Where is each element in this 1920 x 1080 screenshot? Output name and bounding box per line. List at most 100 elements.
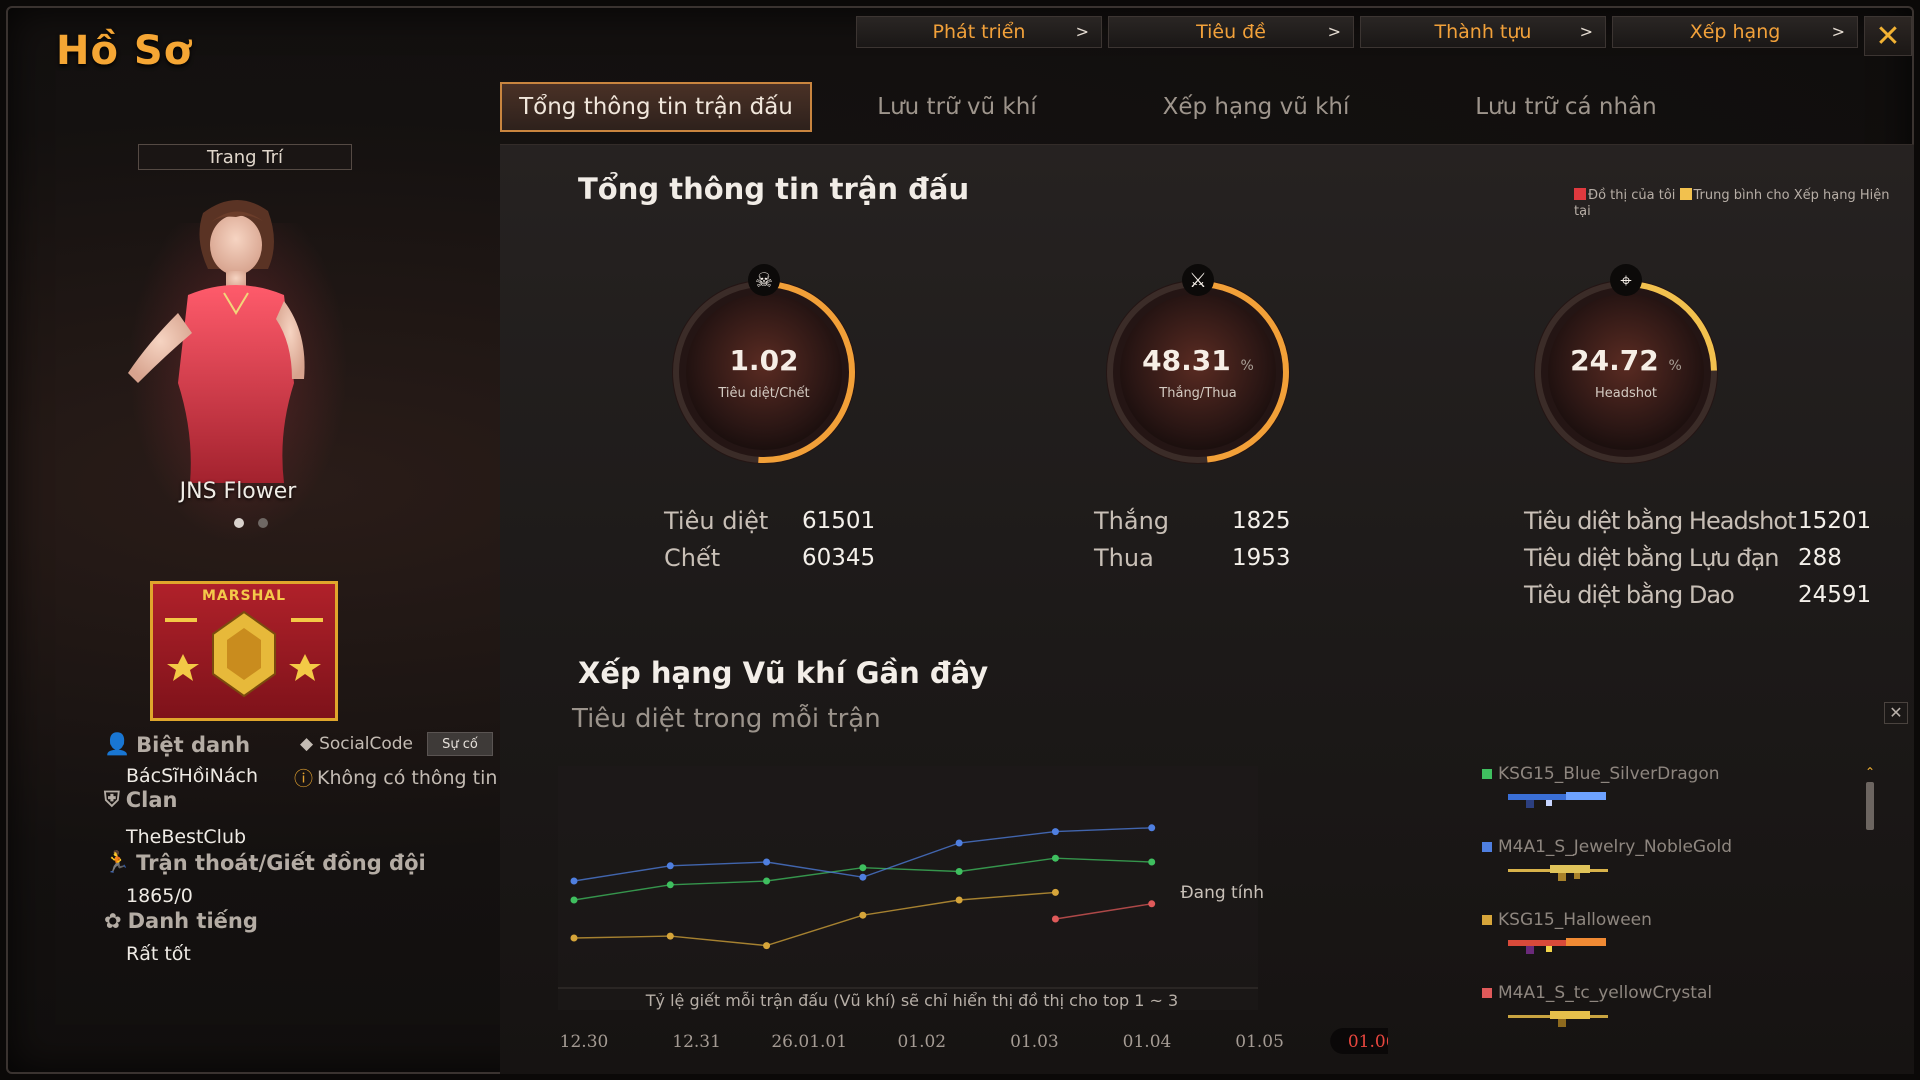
chevron-right-icon: >: [1579, 22, 1593, 41]
data-point: [763, 942, 771, 950]
deaths-row: Chết 60345: [664, 539, 875, 576]
shotgun-icon: [1508, 938, 1606, 954]
reputation-value: Rất tốt: [126, 943, 191, 965]
escape-label: 🏃 Trận thoát/Giết đồng đội: [104, 850, 524, 875]
profile-window: Hồ Sơ Phát triển > Tiêu đề > Thành tựu > Xế…: [6, 6, 1914, 1074]
menu-title-button[interactable]: Tiêu đề >: [1108, 16, 1354, 48]
losses-row: Thua 1953: [1094, 539, 1291, 576]
data-point: [1051, 828, 1059, 836]
weapon-color-swatch: [1482, 988, 1492, 998]
weapon-color-swatch: [1482, 842, 1492, 852]
headshot-unit: %: [1668, 358, 1682, 374]
data-point: [955, 868, 963, 875]
chart-legend: Đồ thị của tôi Trung bình cho Xếp hạng H…: [1574, 188, 1904, 220]
weapon-name-row: KSG15_Blue_SilverDragon: [1482, 764, 1812, 784]
winloss-number: 48.31: [1142, 344, 1231, 377]
losses-value: 1953: [1232, 544, 1291, 571]
weapon-name-row: M4A1_S_tc_yellowCrystal: [1482, 983, 1812, 1003]
tab-weapon-archive[interactable]: Lưu trữ vũ khí: [812, 82, 1102, 132]
clan-icon: ⛨: [104, 787, 120, 811]
weapon-item[interactable]: M4A1_S_Jewelry_NobleGold: [1482, 837, 1812, 910]
weapon-name: KSG15_Blue_SilverDragon: [1498, 764, 1720, 784]
data-point: [763, 877, 771, 885]
rank-label: MARSHAL: [201, 588, 287, 604]
x-tick-label: 01.03: [1010, 1032, 1059, 1052]
knife-kills-value: 24591: [1798, 581, 1872, 608]
weapon-color-swatch: [1482, 915, 1492, 925]
weapon-list: KSG15_Blue_SilverDragon M4A1_S_Jewelry_N…: [1482, 764, 1812, 1056]
wins-label: Thắng: [1094, 506, 1170, 535]
computing-label: Đang tính: [1181, 883, 1265, 903]
winloss-stats: Thắng 1825 Thua 1953: [1094, 502, 1291, 576]
data-point: [955, 839, 963, 847]
crosshair-icon: ⌖: [1610, 264, 1642, 296]
kills-value: 61501: [802, 507, 876, 534]
data-point: [570, 877, 578, 885]
menu-achievement-button[interactable]: Thành tựu >: [1360, 16, 1606, 48]
tab-weapon-ranking[interactable]: Xếp hạng vũ khí: [1102, 82, 1410, 132]
winloss-label: Thắng/Thua: [1159, 386, 1237, 401]
weapon-name: M4A1_S_tc_yellowCrystal: [1498, 983, 1713, 1003]
person-icon: 👤: [104, 732, 131, 756]
socialcode-label: SocialCode: [319, 734, 414, 754]
data-point: [1051, 854, 1059, 862]
weapon-item[interactable]: M4A1_S_tc_yellowCrystal: [1482, 983, 1812, 1056]
headshot-gauge: 24.72 % Headshot ⌖: [1526, 264, 1726, 472]
chevron-right-icon: >: [1831, 22, 1845, 41]
scrollbar-thumb[interactable]: [1866, 782, 1874, 830]
weapon-kill-line-chart: Đang tính Tỷ lệ giết mỗi trận đấu (Vũ khí…: [558, 766, 1388, 1054]
chevron-right-icon: >: [1327, 22, 1341, 41]
menu-label: Phát triển: [932, 21, 1026, 43]
x-tick-label: 01.02: [897, 1032, 946, 1052]
menu-ranking-button[interactable]: Xếp hạng >: [1612, 16, 1858, 48]
flower-icon: ✿: [104, 909, 122, 933]
weapon-item[interactable]: KSG15_Blue_SilverDragon: [1482, 764, 1812, 837]
grenade-kills-label: Tiêu diệt bằng Lựu đạn: [1524, 543, 1780, 572]
pager-dot[interactable]: [234, 518, 244, 528]
weapon-item[interactable]: KSG15_Halloween: [1482, 910, 1812, 983]
winloss-gauge: 48.31 % Thắng/Thua ⚔: [1098, 264, 1298, 472]
menu-develop-button[interactable]: Phát triển >: [856, 16, 1102, 48]
summary-title: Tổng thông tin trận đấu: [578, 172, 970, 206]
data-point: [570, 934, 578, 942]
grenade-kills-row: Tiêu diệt bằng Lựu đạn 288: [1524, 539, 1871, 576]
menu-label: Xếp hạng: [1689, 21, 1781, 43]
decorate-button[interactable]: Trang Trí: [138, 144, 352, 170]
pager-dot[interactable]: [258, 518, 268, 528]
menu-label: Thành tựu: [1434, 21, 1532, 43]
losses-label: Thua: [1094, 543, 1154, 572]
character-portrait: JNS Flower: [108, 183, 368, 553]
report-button[interactable]: Sự cố: [427, 732, 494, 756]
legend-mine-label: Đồ thị của tôi: [1588, 188, 1676, 203]
weapon-name-row: M4A1_S_Jewelry_NobleGold: [1482, 837, 1812, 857]
chevron-right-icon: >: [1075, 22, 1089, 41]
no-info-text: Không có thông tin: [317, 766, 498, 789]
data-point: [570, 896, 578, 904]
weapon-color-swatch: [1482, 769, 1492, 779]
headshot-kills-label: Tiêu diệt bằng Headshot: [1524, 506, 1796, 535]
window-title: Hồ Sơ: [56, 28, 193, 74]
data-point: [1148, 824, 1156, 832]
headshot-value: 24.72 %: [1526, 344, 1726, 377]
deaths-value: 60345: [802, 544, 876, 571]
chevron-up-icon[interactable]: ⌃: [1862, 766, 1878, 778]
data-point: [859, 911, 867, 919]
tab-bar: Tổng thông tin trận đấu Lưu trữ vũ khí X…: [500, 82, 1722, 132]
menu-label: Tiêu đề: [1196, 21, 1266, 43]
data-point: [666, 932, 674, 940]
kd-label: Tiêu diệt/Chết: [718, 386, 810, 401]
winloss-value: 48.31 %: [1098, 344, 1298, 377]
tab-match-summary[interactable]: Tổng thông tin trận đấu: [500, 82, 812, 132]
rifle-icon: [1508, 1011, 1608, 1027]
close-icon[interactable]: ✕: [1864, 16, 1912, 56]
close-icon[interactable]: ✕: [1884, 702, 1908, 724]
headshot-label: Headshot: [1594, 386, 1658, 401]
wins-value: 1825: [1232, 507, 1291, 534]
data-point: [1051, 915, 1059, 923]
data-point: [763, 858, 771, 866]
data-point: [1051, 888, 1059, 896]
chart-plot-area: [558, 766, 1258, 1010]
weapon-list-scrollbar[interactable]: ⌃: [1862, 766, 1878, 1048]
knife-kills-row: Tiêu diệt bằng Dao 24591: [1524, 576, 1871, 613]
tab-personal-archive[interactable]: Lưu trữ cá nhân: [1410, 82, 1722, 132]
